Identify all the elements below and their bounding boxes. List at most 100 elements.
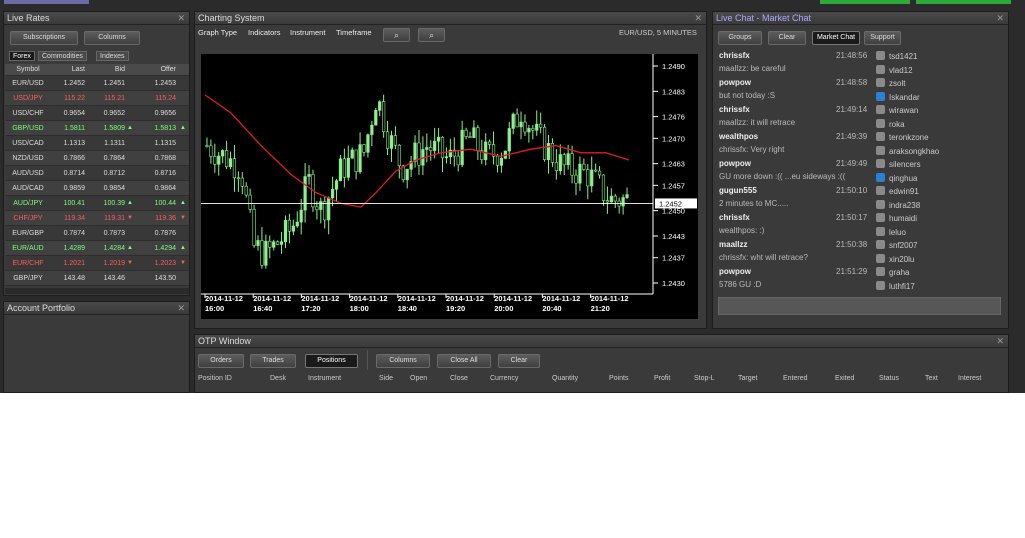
online-user[interactable]: vlad12: [876, 64, 913, 75]
top-green-button-2[interactable]: [916, 0, 1011, 4]
chat-input[interactable]: [718, 297, 1001, 315]
price-chart[interactable]: 1.2490 1.2483 1.2476 1.2470 1.2463 1.2457 1.24…: [201, 54, 698, 319]
orders-button[interactable]: Orders: [198, 354, 244, 368]
col-header[interactable]: Entered: [783, 375, 808, 382]
rates-table: Symbol Last Bid Offer EUR/USD 1.2452 1.245…: [5, 64, 189, 286]
close-all-button[interactable]: Close All: [437, 354, 491, 368]
indicators-menu[interactable]: Indicators: [248, 28, 281, 37]
online-user[interactable]: zsolt: [876, 78, 905, 88]
close-icon[interactable]: ✕: [177, 302, 185, 315]
rate-row[interactable]: USD/CHF 0.9654 0.9652 0.9656: [5, 106, 189, 121]
online-user[interactable]: graha: [876, 267, 909, 277]
rate-offer: 119.36: [155, 215, 176, 222]
chat-username[interactable]: chrissfx: [719, 213, 750, 222]
rate-row[interactable]: EUR/CHF 1.2021 1.2019 1.2023 ▼ ▼: [5, 256, 189, 271]
rate-row[interactable]: NZD/USD 0.7866 0.7864 0.7868: [5, 151, 189, 166]
rate-row[interactable]: GBP/JPY 143.48 143.46 143.50: [5, 271, 189, 286]
rate-row[interactable]: AUD/CAD 0.9859 0.9854 0.9864: [5, 181, 189, 196]
rate-row[interactable]: AUD/JPY 100.41 100.39 100.44 ▲ ▲: [5, 196, 189, 211]
col-header[interactable]: Open: [410, 375, 427, 382]
online-user[interactable]: roka: [876, 118, 905, 129]
rate-last: 119.34: [64, 215, 85, 222]
col-header[interactable]: Points: [609, 375, 628, 382]
chat-username[interactable]: maallzz: [719, 240, 747, 249]
col-header[interactable]: Position ID: [198, 375, 232, 382]
online-user[interactable]: indra238: [876, 199, 920, 210]
online-user[interactable]: Iskandar: [876, 91, 920, 102]
online-user[interactable]: tsd1421: [876, 51, 917, 61]
chat-username[interactable]: powpow: [719, 78, 751, 87]
rate-row[interactable]: GBP/USD 1.5811 1.5809 1.5813 ▲ ▲: [5, 121, 189, 136]
col-header[interactable]: Exited: [835, 375, 854, 382]
otp-columns-button[interactable]: Columns: [376, 354, 430, 368]
positions-button[interactable]: Positions: [305, 354, 358, 368]
tab-support[interactable]: Support: [864, 31, 901, 45]
trades-button[interactable]: Trades: [250, 354, 296, 368]
rate-row[interactable]: EUR/GBP 0.7874 0.7873 0.7876: [5, 226, 189, 241]
groups-button[interactable]: Groups: [718, 31, 762, 45]
chat-username[interactable]: powpow: [719, 159, 751, 168]
col-header[interactable]: Close: [450, 375, 468, 382]
rate-row[interactable]: AUD/USD 0.8714 0.8712 0.8716: [5, 166, 189, 181]
chat-username[interactable]: chrissfx: [719, 105, 750, 114]
tab-indexes[interactable]: Indexes: [96, 51, 129, 61]
rate-row[interactable]: EUR/USD 1.2452 1.2451 1.2453: [5, 76, 189, 91]
rate-row[interactable]: USD/JPY 115.22 115.21 115.24: [5, 91, 189, 106]
tab-forex[interactable]: Forex: [9, 51, 35, 61]
tab-commodities[interactable]: Commodities: [38, 51, 87, 61]
chat-username[interactable]: gugun555: [719, 186, 757, 195]
col-header[interactable]: Status: [879, 375, 899, 382]
online-user[interactable]: humaidi: [876, 213, 917, 223]
close-icon[interactable]: ✕: [996, 12, 1004, 25]
online-user[interactable]: edwin91: [876, 186, 919, 196]
close-icon[interactable]: ✕: [177, 12, 185, 25]
otp-clear-button[interactable]: Clear: [498, 354, 540, 368]
online-user[interactable]: leluo: [876, 226, 906, 237]
col-header[interactable]: Quantity: [552, 375, 578, 382]
graph-type-menu[interactable]: Graph Type: [198, 28, 237, 37]
col-header[interactable]: Side: [379, 375, 393, 382]
x-tick-time: 20:00: [494, 304, 513, 313]
columns-button[interactable]: Columns: [84, 31, 140, 45]
candle-body: [488, 141, 492, 145]
rate-row[interactable]: CHF/JPY 119.34 119.31 119.36 ▼ ▼: [5, 211, 189, 226]
col-header[interactable]: Profit: [654, 375, 670, 382]
subscriptions-button[interactable]: Subscriptions: [10, 31, 78, 45]
col-header[interactable]: Desk: [270, 375, 286, 382]
rate-bid: 1.4284: [103, 245, 125, 252]
col-header[interactable]: Interest: [958, 375, 981, 382]
online-user[interactable]: qinghua: [876, 172, 917, 183]
zoom-in-button[interactable]: ⌕: [383, 28, 410, 42]
top-green-button[interactable]: [820, 0, 910, 4]
instrument-menu[interactable]: Instrument: [290, 28, 325, 37]
close-icon[interactable]: ✕: [996, 335, 1004, 348]
candle-body: [429, 147, 433, 151]
zoom-out-button[interactable]: ⌕: [418, 28, 445, 42]
chat-username[interactable]: chrissfx: [719, 51, 750, 60]
rates-table-header: Symbol Last Bid Offer: [5, 64, 189, 76]
rate-row[interactable]: USD/CAD 1.1313 1.1311 1.1315: [5, 136, 189, 151]
chat-username[interactable]: powpow: [719, 267, 751, 276]
online-user[interactable]: silencers: [876, 159, 921, 169]
col-header[interactable]: Stop-L: [694, 375, 715, 382]
col-header[interactable]: Instrument: [308, 375, 341, 382]
arrow-down-icon: ▼: [127, 215, 133, 221]
online-user[interactable]: araksongkhao: [876, 145, 939, 156]
online-user[interactable]: luthfi17: [876, 280, 915, 291]
online-user[interactable]: teronkzone: [876, 132, 929, 142]
rate-row[interactable]: EUR/AUD 1.4289 1.4284 1.4294 ▲ ▲: [5, 241, 189, 256]
clear-chat-button[interactable]: Clear: [768, 31, 806, 45]
online-user-name: Iskandar: [889, 92, 920, 102]
col-header[interactable]: Text: [925, 375, 938, 382]
chat-username[interactable]: wealthpos: [719, 132, 758, 141]
col-header[interactable]: Target: [738, 375, 757, 382]
online-user[interactable]: xin20lu: [876, 253, 914, 264]
close-icon[interactable]: ✕: [694, 12, 702, 25]
rates-scrollbar[interactable]: [5, 288, 189, 294]
col-header[interactable]: Currency: [490, 375, 518, 382]
online-user[interactable]: wirawan: [876, 105, 918, 115]
tab-market-chat[interactable]: Market Chat: [812, 31, 860, 45]
online-user[interactable]: snf2007: [876, 240, 917, 250]
timeframe-menu[interactable]: Timeframe: [336, 28, 372, 37]
charting-header: Charting System ✕: [195, 12, 706, 25]
